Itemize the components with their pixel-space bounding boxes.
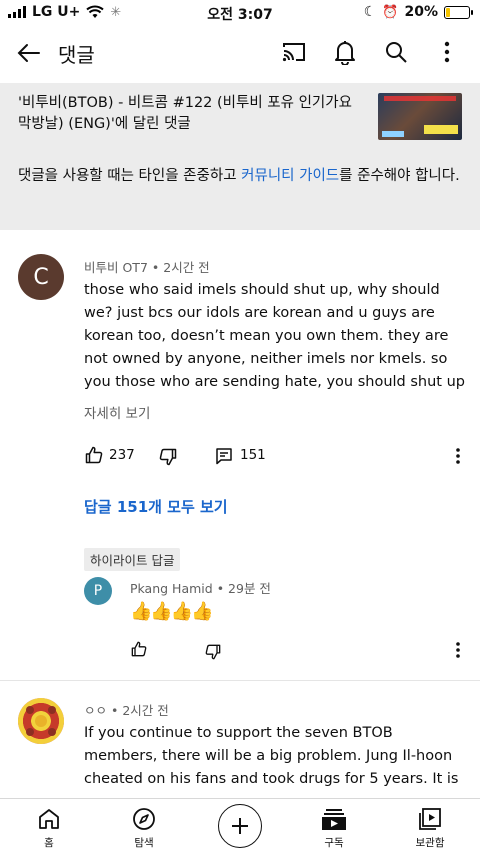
more-vert-icon [444, 41, 450, 63]
reply-more-button[interactable] [452, 640, 464, 660]
explore-icon [133, 808, 155, 830]
moon-icon: ☾ [363, 4, 377, 20]
search-button[interactable] [382, 38, 410, 66]
highlight-reply-badge: 하이라이트 답글 [84, 548, 181, 571]
community-guideline-notice: 댓글을 사용할 때는 타인을 존중하고 커뮤니티 가이드를 준수해야 합니다. [18, 165, 468, 188]
nav-home-label: 홈 [44, 837, 54, 849]
meta-separator: • [111, 703, 123, 718]
more-options-button[interactable] [433, 38, 461, 66]
battery-fill [446, 7, 451, 17]
cast-button[interactable] [280, 38, 308, 66]
video-title[interactable]: '비투비(BTOB) - 비트콤 #122 (비투비 포유 인기가요 막방날) … [18, 93, 358, 135]
reply-author[interactable]: Pkang Hamid [130, 581, 213, 596]
library-icon [419, 808, 441, 830]
back-arrow-icon [17, 44, 40, 62]
reply-button[interactable] [214, 446, 234, 466]
comment-icon [216, 448, 232, 465]
nav-explore[interactable]: 탐색 [104, 805, 184, 850]
comment-time: 2시간 전 [163, 260, 210, 275]
more-vert-icon [456, 448, 460, 464]
comment-text: If you continue to support the seven BTO… [84, 725, 459, 787]
flower-pattern-icon [26, 706, 56, 736]
thumbs-up-icon [85, 446, 103, 464]
avatar-letter: C [33, 264, 49, 290]
comment-more-button[interactable] [452, 446, 464, 466]
video-thumbnail[interactable] [378, 93, 462, 140]
comment-text: those who said imels should shut up, why… [84, 282, 465, 390]
avatar[interactable] [18, 698, 64, 744]
nav-explore-label: 탐색 [134, 837, 154, 849]
page-title: 댓글 [58, 43, 95, 67]
comment-time: 2시간 전 [122, 703, 169, 718]
thumbs-down-icon [205, 644, 221, 660]
video-info-panel: '비투비(BTOB) - 비트콤 #122 (비투비 포유 인기가요 막방날) … [0, 83, 480, 230]
like-count: 237 [109, 447, 135, 463]
home-icon [39, 809, 59, 829]
comment-divider [0, 680, 480, 681]
back-button[interactable] [14, 38, 44, 68]
guideline-text-prefix: 댓글을 사용할 때는 타인을 존중하고 [18, 168, 242, 184]
subscriptions-icon [322, 809, 346, 830]
search-icon [386, 42, 407, 63]
battery-percent: 20% [404, 4, 438, 20]
reply-meta: Pkang Hamid • 29분 전 [130, 578, 271, 597]
meta-separator: • [216, 581, 229, 596]
nav-library-label: 보관함 [415, 837, 445, 849]
alarm-icon: ⏰ [382, 4, 399, 20]
nav-subscriptions-label: 구독 [324, 837, 344, 849]
like-button[interactable] [84, 445, 104, 465]
reply-like-button[interactable] [130, 640, 148, 658]
bottom-navigation: 홈 탐색 구독 보관함 [0, 798, 480, 853]
dislike-button[interactable] [158, 447, 178, 467]
meta-separator: • [151, 260, 164, 275]
reply-count: 151 [240, 447, 266, 463]
bell-icon [335, 41, 355, 65]
guideline-text-suffix: 를 준수해야 합니다. [339, 168, 460, 184]
avatar[interactable]: C [18, 254, 64, 300]
reply-dislike-button[interactable] [204, 643, 222, 661]
thumbs-down-icon [159, 448, 177, 466]
status-bar: LG U+ ✳ 오전 3:07 ☾ ⏰ 20% [0, 0, 480, 26]
battery-icon [444, 5, 473, 19]
create-button[interactable] [218, 804, 262, 848]
read-more-button[interactable]: 자세히 보기 [84, 402, 150, 422]
reply-text: 👍👍👍👍 [130, 601, 214, 622]
reply-time: 29분 전 [228, 581, 271, 596]
nav-subscriptions[interactable]: 구독 [294, 805, 374, 850]
create-plus-icon [232, 818, 248, 834]
avatar[interactable]: P [84, 577, 112, 605]
comment-meta: 비투비 OT7 • 2시간 전 [84, 257, 210, 276]
more-vert-icon [456, 642, 460, 658]
view-all-replies-button[interactable]: 답글 151개 모두 보기 [84, 496, 228, 517]
community-guidelines-link[interactable]: 커뮤니티 가이드 [241, 168, 339, 184]
nav-home[interactable]: 홈 [9, 805, 89, 850]
comment-author[interactable]: ㅇㅇ [84, 703, 107, 718]
cast-icon [282, 43, 305, 62]
comment-meta: ㅇㅇ • 2시간 전 [84, 700, 169, 719]
thumbs-up-icon [131, 641, 147, 657]
app-bar: 댓글 [0, 26, 480, 80]
nav-library[interactable]: 보관함 [390, 805, 470, 850]
avatar-letter: P [93, 583, 103, 599]
notifications-button[interactable] [331, 38, 359, 66]
comment-author[interactable]: 비투비 OT7 [84, 260, 148, 275]
